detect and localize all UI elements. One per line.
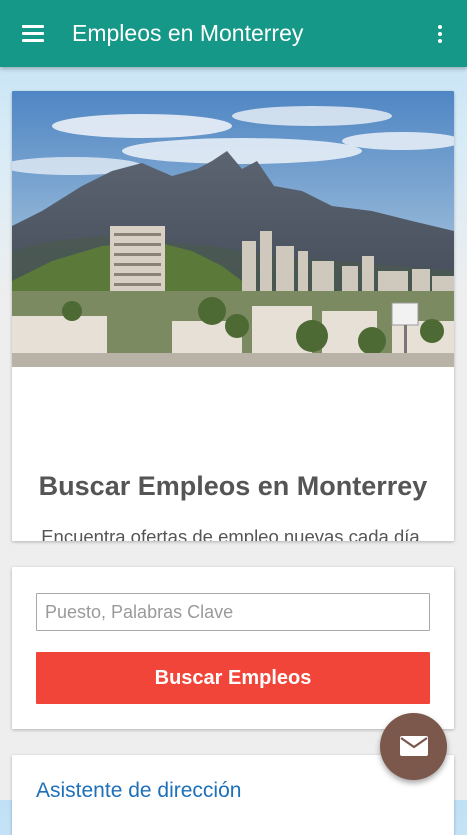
mail-icon [400,736,428,756]
more-vertical-icon[interactable] [428,20,452,48]
search-jobs-button[interactable]: Buscar Empleos [36,652,430,704]
app-title: Empleos en Monterrey [72,20,304,46]
search-card: Buscar Empleos [12,567,454,729]
keyword-search-input[interactable] [36,593,430,631]
city-mountain-photo [12,91,454,367]
hero-description: Encuentra ofertas de empleo nuevas cada … [41,526,425,541]
hero-heading: Buscar Empleos en Monterrey [38,471,428,501]
mail-fab-button[interactable] [380,713,447,780]
hamburger-menu-icon[interactable] [18,20,50,48]
app-bar: Empleos en Monterrey [0,0,467,67]
address-assistant-link[interactable]: Asistente de dirección [36,779,241,803]
hero-card: Buscar Empleos en Monterrey Encuentra of… [12,91,454,541]
